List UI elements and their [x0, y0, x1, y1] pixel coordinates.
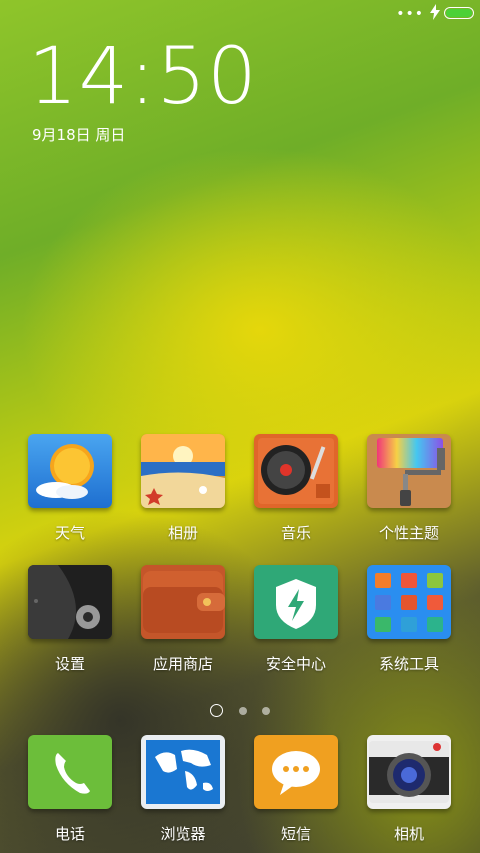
notification-dots: ••• — [396, 6, 424, 22]
app-store[interactable]: 应用商店 — [126, 565, 240, 674]
app-music[interactable]: 音乐 — [239, 434, 353, 543]
phone-icon — [28, 735, 112, 809]
clock-date[interactable]: 9月18日 周日 — [32, 124, 125, 145]
page-dot[interactable] — [261, 706, 270, 715]
page-dot-active[interactable] — [210, 704, 224, 717]
app-camera[interactable]: 相机 — [352, 735, 466, 844]
app-phone[interactable]: 电话 — [13, 735, 127, 844]
charging-icon — [430, 4, 440, 24]
settings-icon — [28, 565, 112, 639]
app-label: 个性主题 — [378, 524, 439, 542]
app-settings[interactable]: 设置 — [13, 565, 127, 674]
themes-icon — [367, 434, 451, 508]
app-label: 天气 — [54, 524, 85, 542]
app-label: 短信 — [280, 825, 311, 843]
app-label: 电话 — [54, 825, 85, 843]
app-label: 系统工具 — [378, 655, 439, 673]
page-dot[interactable] — [238, 706, 247, 715]
browser-icon — [141, 735, 225, 809]
status-bar: ••• — [0, 0, 480, 28]
camera-icon — [367, 735, 451, 809]
app-label: 音乐 — [280, 524, 311, 542]
page-indicator[interactable] — [0, 700, 480, 719]
tools-folder-icon — [367, 565, 451, 639]
app-label: 安全中心 — [265, 655, 326, 673]
battery-icon — [444, 7, 474, 19]
app-gallery[interactable]: 相册 — [126, 434, 240, 543]
weather-icon — [28, 434, 112, 508]
gallery-icon — [141, 434, 225, 508]
music-icon — [254, 434, 338, 508]
security-icon — [254, 565, 338, 639]
app-label: 设置 — [54, 655, 85, 673]
app-security[interactable]: 安全中心 — [239, 565, 353, 674]
app-themes[interactable]: 个性主题 — [352, 434, 466, 543]
app-label: 相机 — [393, 825, 424, 843]
clock-time[interactable]: 14:50 — [28, 32, 258, 122]
app-weather[interactable]: 天气 — [13, 434, 127, 543]
app-label: 应用商店 — [152, 655, 213, 673]
app-browser[interactable]: 浏览器 — [126, 735, 240, 844]
app-messages[interactable]: 短信 — [239, 735, 353, 844]
app-store-icon — [141, 565, 225, 639]
app-system-tools[interactable]: 系统工具 — [352, 565, 466, 674]
app-label: 浏览器 — [160, 825, 206, 843]
app-label: 相册 — [167, 524, 198, 542]
messages-icon — [254, 735, 338, 809]
